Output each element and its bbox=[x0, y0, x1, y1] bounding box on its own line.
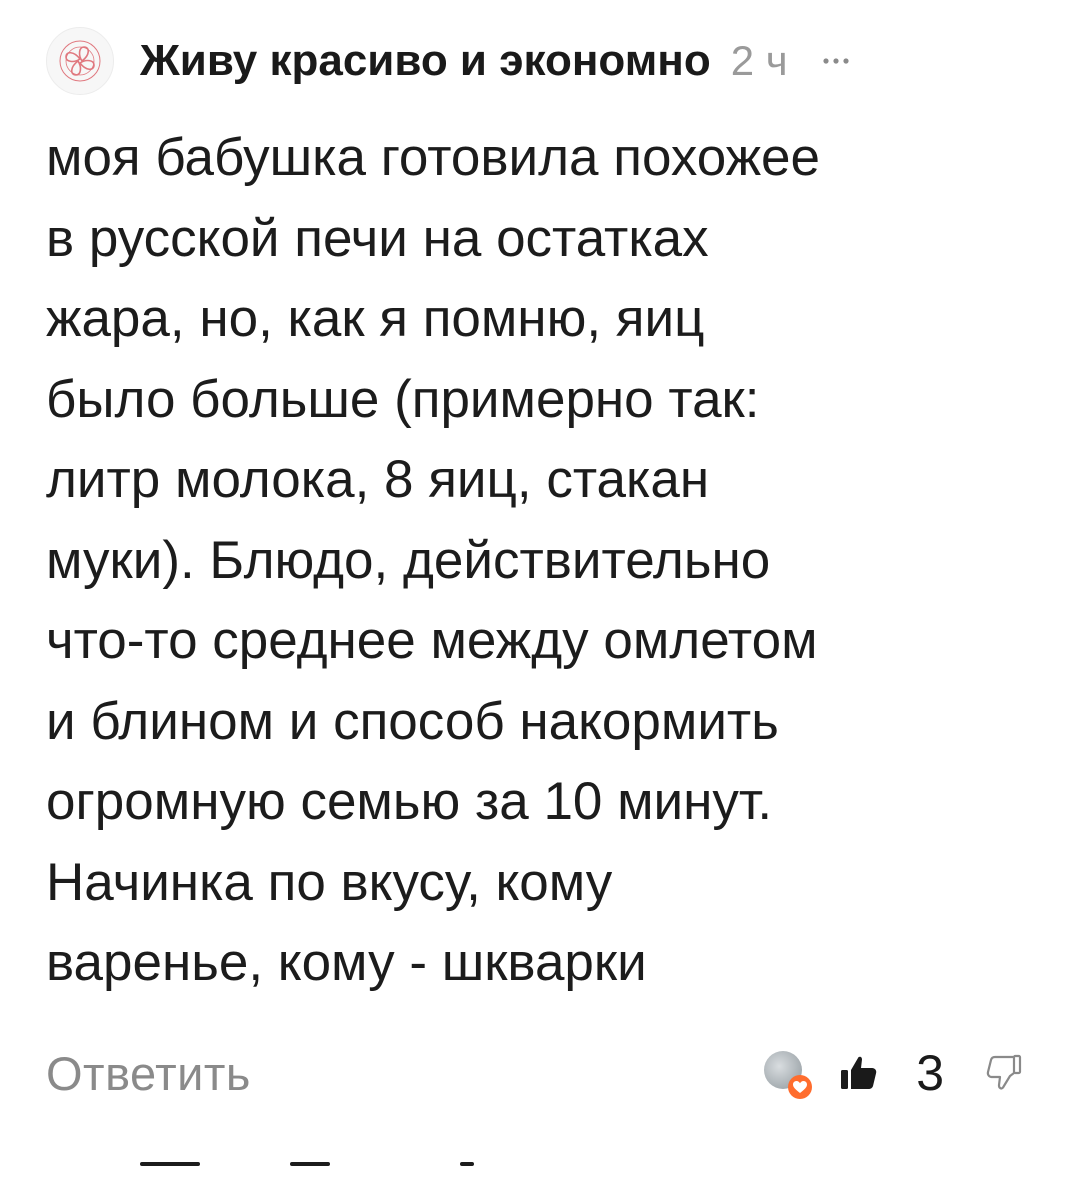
thumbs-up-icon bbox=[841, 1056, 877, 1089]
author-avatar[interactable] bbox=[46, 27, 114, 95]
comment-time: 2 ч bbox=[730, 37, 788, 84]
more-options-button[interactable] bbox=[816, 41, 856, 81]
four-heart-knot-icon bbox=[59, 40, 101, 82]
dislike-button[interactable] bbox=[980, 1050, 1026, 1096]
comment-card: Живу красиво и экономно 2 ч моя бабушка … bbox=[0, 0, 1080, 1176]
next-comment-text-fragment bbox=[460, 1162, 474, 1166]
reactor-avatar[interactable] bbox=[764, 1051, 813, 1099]
next-comment-peek bbox=[140, 1158, 660, 1188]
comment-footer: Ответить 3 bbox=[46, 1038, 1026, 1108]
next-comment-text-fragment bbox=[140, 1162, 200, 1166]
like-button[interactable] bbox=[836, 1050, 882, 1096]
author-name[interactable]: Живу красиво и экономно bbox=[140, 36, 711, 86]
thumbs-down-icon bbox=[986, 1054, 1022, 1090]
reactions-group: 3 bbox=[764, 1044, 1026, 1102]
likes-count: 3 bbox=[916, 1045, 944, 1101]
next-comment-text-fragment bbox=[290, 1162, 330, 1166]
more-dots-icon bbox=[823, 58, 849, 64]
heart-icon bbox=[788, 1075, 813, 1099]
reply-button[interactable]: Ответить bbox=[46, 1046, 251, 1101]
comment-header: Живу красиво и экономно 2 ч bbox=[46, 27, 1036, 95]
comment-text: моя бабушка готовила похожее в русской п… bbox=[46, 128, 821, 992]
